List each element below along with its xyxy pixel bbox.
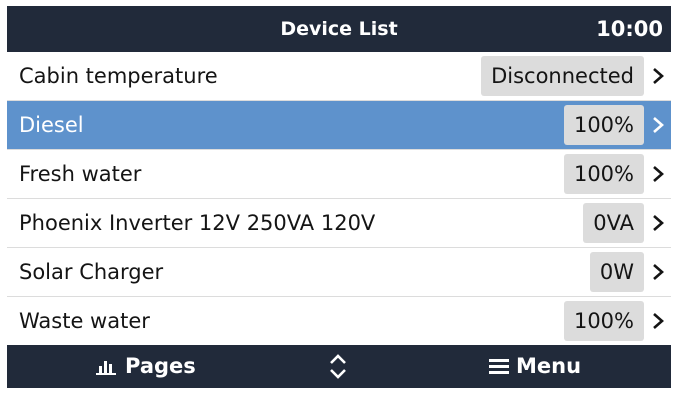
device-label: Solar Charger: [19, 260, 164, 284]
chevron-right-icon: [653, 313, 664, 329]
chevron-right-icon: [653, 117, 664, 133]
device-value: 0VA: [583, 203, 644, 243]
clock: 10:00: [596, 17, 663, 41]
device-label: Diesel: [19, 113, 84, 137]
device-value: Disconnected: [481, 56, 644, 96]
page-title: Device List: [280, 18, 398, 40]
menu-button[interactable]: Menu: [489, 345, 581, 388]
device-value: 100%: [563, 105, 644, 145]
chevron-right-icon: [653, 166, 664, 182]
chevron-right-icon: [653, 68, 664, 84]
up-down-arrows-icon[interactable]: [329, 354, 347, 379]
device-label: Fresh water: [19, 162, 142, 186]
device-label: Cabin temperature: [19, 64, 218, 88]
chevron-right-icon: [653, 264, 664, 280]
pages-label: Pages: [125, 354, 196, 378]
title-bar: Device List 10:00: [7, 6, 671, 52]
device-label: Waste water: [19, 309, 150, 333]
menu-label: Menu: [516, 354, 582, 378]
bar-chart-icon: [96, 361, 116, 375]
device-list-screen: Device List 10:00 Cabin temperature Disc…: [7, 6, 671, 388]
device-row-waste-water[interactable]: Waste water 100%: [7, 297, 671, 345]
device-row-fresh-water[interactable]: Fresh water 100%: [7, 150, 671, 198]
device-value: 100%: [563, 301, 644, 341]
device-value: 0W: [589, 252, 644, 292]
bottom-bar: Pages Menu: [7, 345, 671, 388]
pages-button[interactable]: Pages: [95, 345, 196, 388]
device-value: 100%: [563, 154, 644, 194]
device-row-phoenix-inverter[interactable]: Phoenix Inverter 12V 250VA 120V 0VA: [7, 199, 671, 247]
device-row-solar-charger[interactable]: Solar Charger 0W: [7, 248, 671, 296]
device-row-diesel[interactable]: Diesel 100%: [7, 101, 671, 149]
device-label: Phoenix Inverter 12V 250VA 120V: [19, 211, 376, 235]
device-row-cabin-temperature[interactable]: Cabin temperature Disconnected: [7, 52, 671, 100]
hamburger-menu-icon: [489, 359, 509, 374]
chevron-right-icon: [653, 215, 664, 231]
